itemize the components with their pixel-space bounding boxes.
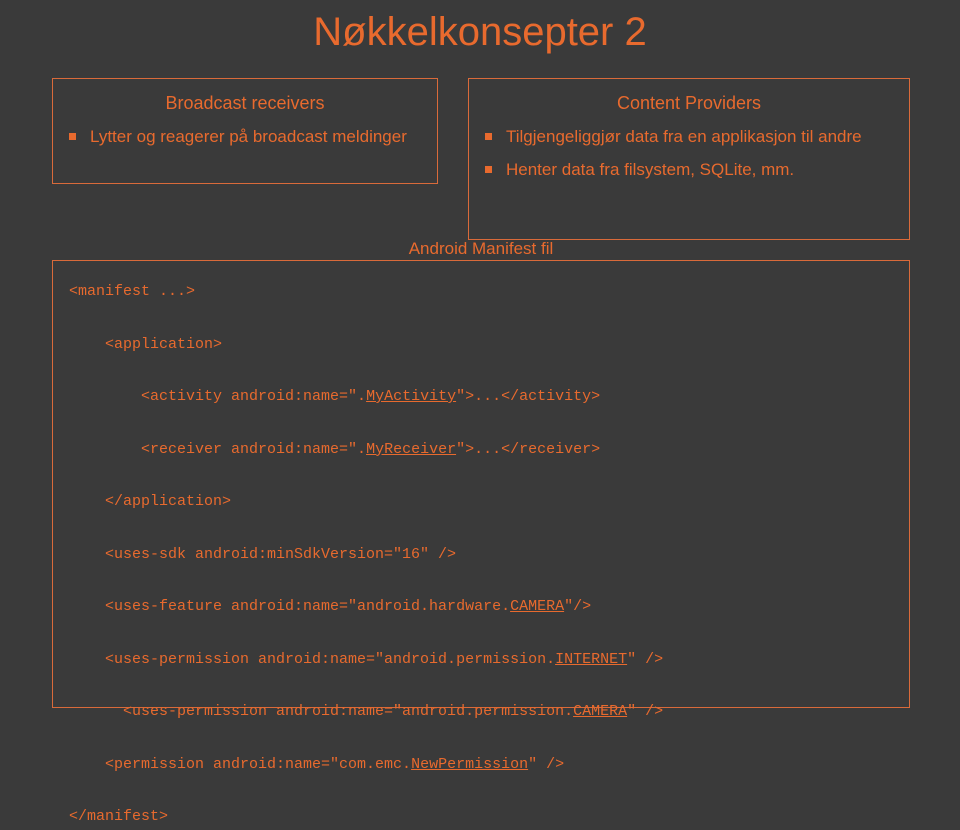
broadcast-receivers-box: Broadcast receivers Lytter og reagerer p…	[52, 78, 438, 184]
bullet-text: Henter data fra filsystem, SQLite, mm.	[506, 159, 794, 182]
code-underline: INTERNET	[555, 651, 627, 668]
code-underline: CAMERA	[510, 598, 564, 615]
code-part: ">...</receiver>	[456, 441, 600, 458]
manifest-code: <manifest ...> <application> <activity a…	[69, 279, 893, 830]
code-line: <uses-sdk android:minSdkVersion="16" />	[69, 546, 456, 563]
code-underline: MyActivity	[366, 388, 456, 405]
code-underline: MyReceiver	[366, 441, 456, 458]
code-line: </application>	[69, 493, 231, 510]
manifest-box: Android Manifest fil <manifest ...> <app…	[52, 260, 910, 708]
code-part: <permission android:name="com.emc.	[69, 756, 411, 773]
code-part: " />	[627, 651, 663, 668]
list-item: Henter data fra filsystem, SQLite, mm.	[485, 159, 893, 182]
code-line: <manifest ...>	[69, 283, 195, 300]
code-part: " />	[627, 703, 663, 720]
list-item: Lytter og reagerer på broadcast meldinge…	[69, 126, 421, 149]
code-part: <activity android:name=".	[69, 388, 366, 405]
code-part: <uses-permission android:name="android.p…	[69, 651, 555, 668]
content-providers-box: Content Providers Tilgjengeliggjør data …	[468, 78, 910, 240]
code-part: <uses-feature android:name="android.hard…	[69, 598, 510, 615]
code-part: ">...</activity>	[456, 388, 600, 405]
content-providers-heading: Content Providers	[485, 93, 893, 114]
code-part: <receiver android:name=".	[69, 441, 366, 458]
code-part: "/>	[564, 598, 591, 615]
code-part: " />	[528, 756, 564, 773]
manifest-label: Android Manifest fil	[53, 239, 909, 259]
code-line: </manifest>	[69, 808, 168, 825]
list-item: Tilgjengeliggjør data fra en applikasjon…	[485, 126, 893, 149]
bullet-icon	[69, 133, 76, 140]
bullet-text: Lytter og reagerer på broadcast meldinge…	[90, 126, 407, 149]
code-part: <uses-permission android:name="android.p…	[69, 703, 573, 720]
page-title: Nøkkelkonsepter 2	[0, 10, 960, 55]
bullet-icon	[485, 133, 492, 140]
bullet-text: Tilgjengeliggjør data fra en applikasjon…	[506, 126, 862, 149]
code-underline: CAMERA	[573, 703, 627, 720]
bullet-icon	[485, 166, 492, 173]
code-underline: NewPermission	[411, 756, 528, 773]
code-line: <application>	[69, 336, 222, 353]
broadcast-heading: Broadcast receivers	[69, 93, 421, 114]
